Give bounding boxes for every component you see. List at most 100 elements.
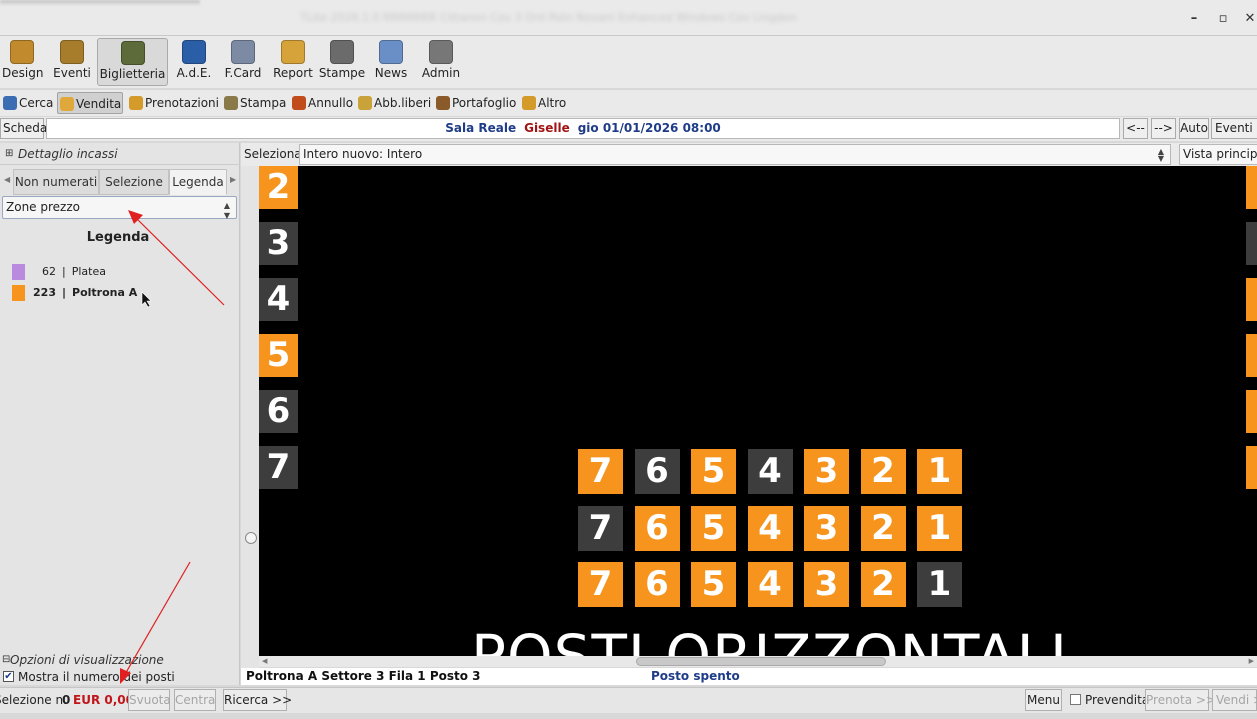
maximize-button[interactable]: ▫ bbox=[1214, 10, 1232, 28]
seat[interactable]: 4 bbox=[259, 278, 298, 321]
seat-map[interactable]: POSTI ORIZZONTALI 2345677654321765432176… bbox=[259, 166, 1257, 656]
subtoolbar-label: Prenotazioni bbox=[145, 96, 219, 110]
seat-partial[interactable] bbox=[1246, 166, 1257, 209]
seat[interactable]: 7 bbox=[578, 505, 623, 551]
seat-partial[interactable] bbox=[1246, 334, 1257, 377]
tariffa-select[interactable]: Intero nuovo: Intero ▲ ▼ bbox=[299, 144, 1171, 165]
subtoolbar-button-stampa[interactable]: Stampa bbox=[222, 92, 286, 114]
prevendita-label: Prevendita bbox=[1085, 693, 1150, 707]
seat[interactable]: 7 bbox=[259, 446, 298, 489]
splitter-handle-icon[interactable] bbox=[245, 532, 257, 544]
seat-partial[interactable] bbox=[1246, 446, 1257, 489]
tab-selezione[interactable]: Selezione bbox=[99, 169, 169, 195]
tab-scroll-left-icon[interactable]: ◀ bbox=[4, 175, 10, 184]
scrollbar-thumb[interactable] bbox=[636, 657, 886, 666]
seat[interactable]: 5 bbox=[691, 449, 736, 494]
mostra-numero-posti-checkbox[interactable]: ✔ bbox=[3, 671, 14, 682]
seat[interactable]: 5 bbox=[259, 334, 298, 377]
seat[interactable]: 6 bbox=[259, 390, 298, 433]
seat[interactable]: 1 bbox=[917, 505, 962, 551]
tab-scroll-right-icon[interactable]: ▶ bbox=[230, 175, 236, 184]
seat[interactable]: 6 bbox=[634, 562, 680, 607]
auto-button[interactable]: Auto bbox=[1179, 118, 1209, 139]
tariffa-value: Intero nuovo: Intero bbox=[303, 147, 423, 161]
vista-select[interactable]: Vista principale bbox=[1179, 144, 1257, 165]
seat[interactable]: 7 bbox=[578, 449, 623, 494]
stamp-icon bbox=[224, 96, 238, 110]
legend-title: Legenda bbox=[86, 230, 150, 245]
left-tabs: ◀ Non numerati Selezione Legenda ▶ bbox=[0, 169, 240, 195]
toolbar-button-biglietteria[interactable]: Biglietteria bbox=[97, 38, 168, 86]
toolbar-button-eventi[interactable]: Eventi bbox=[51, 38, 93, 86]
subtoolbar-button-vendita[interactable]: Vendita bbox=[57, 92, 123, 114]
menu-button[interactable]: Menu bbox=[1025, 689, 1062, 711]
close-button[interactable]: ✕ bbox=[1241, 10, 1257, 28]
opzioni-visualizzazione-header[interactable]: ⊟ Opzioni di visualizzazione bbox=[0, 651, 240, 669]
expand-icon[interactable]: ⊞ bbox=[5, 143, 13, 165]
scheda-button[interactable]: Scheda bbox=[0, 118, 47, 139]
subtoolbar-button-abbliberi[interactable]: Abb.liberi bbox=[356, 92, 431, 114]
seat[interactable]: 4 bbox=[747, 505, 793, 551]
subtoolbar-button-portafoglio[interactable]: Portafoglio bbox=[434, 92, 516, 114]
seat-partial[interactable] bbox=[1246, 390, 1257, 433]
toolbar-button-stampe[interactable]: Stampe bbox=[318, 38, 366, 86]
zone-prezzo-select[interactable]: Zone prezzo ▲ ▼ bbox=[2, 196, 237, 220]
seat[interactable]: 3 bbox=[804, 505, 849, 551]
legend-color-swatch bbox=[12, 264, 25, 280]
seat[interactable]: 2 bbox=[860, 505, 906, 551]
seat[interactable]: 4 bbox=[747, 449, 793, 494]
seat-state: Posto spento bbox=[651, 669, 740, 683]
toolbar-button-news[interactable]: News bbox=[370, 38, 412, 86]
next-event-button[interactable]: --> bbox=[1151, 118, 1176, 139]
legend-count: 62 bbox=[42, 265, 56, 278]
toolbar-button-ade[interactable]: A.d.E. bbox=[173, 38, 215, 86]
seat[interactable]: 3 bbox=[259, 222, 298, 265]
seleziona-bar: Seleziona Intero nuovo: Intero ▲ ▼ Vista … bbox=[241, 143, 1257, 166]
ricerca-button[interactable]: Ricerca >> bbox=[223, 689, 292, 711]
eventi-button[interactable]: Eventi > bbox=[1211, 118, 1257, 154]
seat[interactable]: 5 bbox=[691, 562, 736, 607]
prevendita-checkbox[interactable] bbox=[1070, 694, 1081, 705]
horizontal-scrollbar[interactable]: ◀ ▶ bbox=[259, 656, 1257, 667]
seat[interactable]: 2 bbox=[860, 562, 906, 607]
toolbar-button-design[interactable]: Design bbox=[2, 38, 43, 86]
tab-legenda[interactable]: Legenda bbox=[169, 169, 227, 195]
subtoolbar-button-annullo[interactable]: Annullo bbox=[290, 92, 353, 114]
collapse-icon[interactable]: ⊟ bbox=[2, 651, 10, 669]
seat[interactable]: 5 bbox=[691, 505, 736, 551]
seat[interactable]: 2 bbox=[259, 166, 298, 209]
panel-splitter[interactable] bbox=[241, 143, 259, 685]
centra-button[interactable]: Centra bbox=[174, 689, 216, 711]
mostra-numero-posti-row[interactable]: ✔ Mostra il numero dei posti bbox=[2, 669, 238, 685]
window-title: TLite 2026.1.0 RRRRRRR Cittanon Cov 3 Or… bbox=[300, 11, 797, 24]
minimize-button[interactable]: – bbox=[1185, 10, 1203, 28]
seat-partial[interactable] bbox=[1246, 222, 1257, 265]
toolbar-button-fcard[interactable]: F.Card bbox=[220, 38, 266, 86]
vendi-button[interactable]: Vendi > bbox=[1212, 689, 1257, 711]
seat[interactable]: 6 bbox=[634, 449, 680, 494]
seat-partial[interactable] bbox=[1246, 278, 1257, 321]
seat[interactable]: 6 bbox=[634, 505, 680, 551]
seat[interactable]: 3 bbox=[804, 562, 849, 607]
prenota-button[interactable]: Prenota >> bbox=[1145, 689, 1216, 711]
seat[interactable]: 2 bbox=[860, 449, 906, 494]
dettaglio-incassi-header[interactable]: ⊞ Dettaglio incassi bbox=[0, 143, 240, 165]
svuota-button[interactable]: Svuota bbox=[128, 689, 171, 711]
scroll-left-icon[interactable]: ◀ bbox=[262, 656, 267, 667]
seat[interactable]: 3 bbox=[804, 449, 849, 494]
legend-separator: | bbox=[62, 286, 67, 299]
subtoolbar-button-cerca[interactable]: Cerca bbox=[1, 92, 55, 114]
scroll-right-icon[interactable]: ▶ bbox=[1249, 656, 1254, 667]
prev-event-button[interactable]: <-- bbox=[1123, 118, 1148, 139]
subtoolbar-button-prenotazioni[interactable]: Prenotazioni bbox=[127, 92, 219, 114]
seat[interactable]: 1 bbox=[917, 562, 962, 607]
updown-arrows-icon: ▲ ▼ bbox=[223, 201, 230, 220]
subtoolbar-button-altro[interactable]: Altro bbox=[520, 92, 568, 114]
seat[interactable]: 1 bbox=[917, 449, 962, 494]
toolbar-button-report[interactable]: Report bbox=[271, 38, 315, 86]
toolbar-button-admin[interactable]: Admin bbox=[417, 38, 465, 86]
seat[interactable]: 4 bbox=[747, 562, 793, 607]
tab-non-numerati[interactable]: Non numerati bbox=[13, 169, 99, 195]
toolbar-label: Admin bbox=[421, 66, 461, 80]
seat[interactable]: 7 bbox=[578, 562, 623, 607]
